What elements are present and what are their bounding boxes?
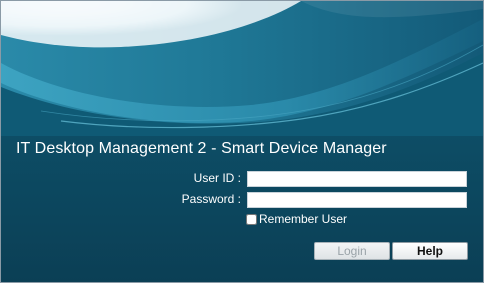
- header-banner: [1, 1, 483, 136]
- login-button[interactable]: Login: [314, 242, 390, 260]
- user-id-input[interactable]: [247, 171, 467, 187]
- login-window: IT Desktop Management 2 - Smart Device M…: [0, 0, 484, 283]
- password-label: Password :: [181, 192, 241, 206]
- remember-user-label: Remember User: [259, 212, 348, 226]
- help-button[interactable]: Help: [392, 242, 468, 260]
- remember-user-row[interactable]: Remember User: [246, 212, 347, 226]
- app-title: IT Desktop Management 2 - Smart Device M…: [16, 140, 387, 157]
- remember-user-checkbox[interactable]: [246, 213, 257, 225]
- password-input[interactable]: [247, 192, 467, 208]
- user-id-label: User ID :: [193, 171, 241, 185]
